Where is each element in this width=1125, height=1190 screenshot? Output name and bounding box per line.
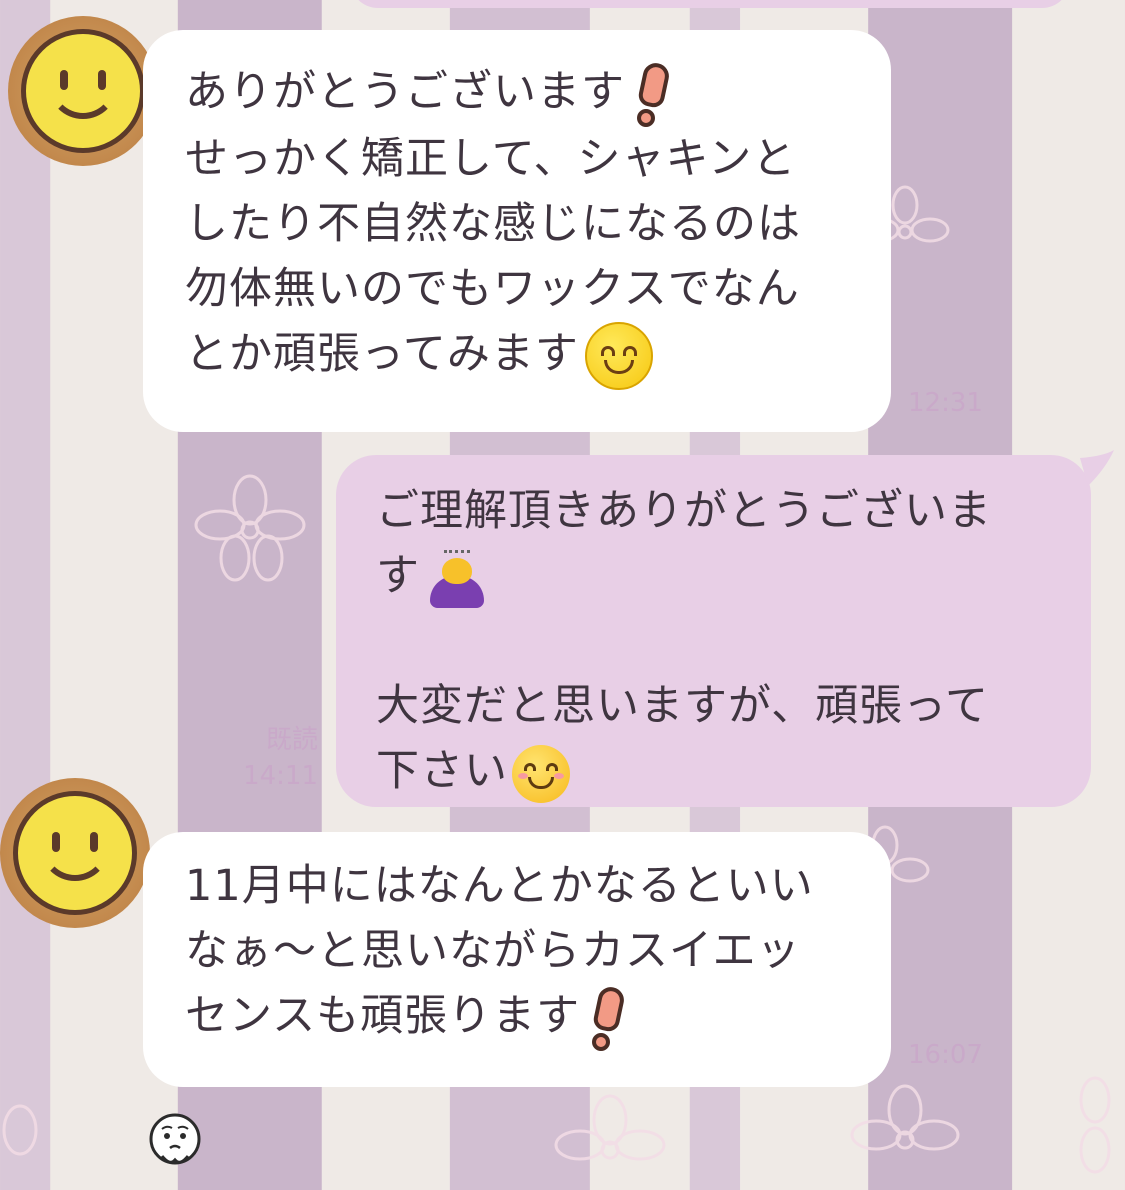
- exclamation-emoji-icon: [636, 60, 672, 127]
- message-timestamp: 14:11: [243, 761, 318, 791]
- smiley-avatar-icon: [13, 791, 137, 915]
- message-text: す: [376, 551, 420, 601]
- blushing-face-emoji-icon: [512, 744, 570, 803]
- incoming-message-bubble[interactable]: ありがとうございます せっかく矯正して、シャキンと したり不自然な感じになるのは…: [143, 30, 891, 432]
- read-receipt: 既読 14:11: [240, 722, 318, 794]
- background-flower-decoration: [554, 1094, 666, 1161]
- message-line: 下さい: [376, 739, 1091, 804]
- message-text: センスも頑張ります: [185, 991, 581, 1041]
- contact-avatar[interactable]: [8, 16, 158, 166]
- read-label: 既読: [265, 725, 318, 755]
- message-line: す: [376, 544, 1091, 609]
- message-text: ご理解頂きありがとうございま: [376, 486, 992, 536]
- message-text: 11月中にはなんとかなるといい: [185, 861, 814, 911]
- background-flower-decoration: [1079, 1076, 1111, 1174]
- message-text: とか頑張ってみます: [185, 328, 579, 379]
- message-text: せっかく矯正して、シャキンと: [185, 133, 797, 184]
- smiling-face-emoji-icon: [584, 322, 653, 390]
- message-line: とか頑張ってみます: [185, 322, 891, 390]
- message-timestamp: 12:31: [908, 388, 983, 418]
- crying-face-sticker-icon[interactable]: [148, 1112, 202, 1170]
- incoming-message-bubble[interactable]: 11月中にはなんとかなるといい なぁ〜と思いながらカスイエッ センスも頑張ります: [143, 832, 891, 1087]
- message-timestamp: 16:07: [908, 1040, 983, 1070]
- outgoing-message-bubble[interactable]: ご理解頂きありがとうございま す 大変だと思いますが、頑張って 下さい: [336, 455, 1091, 807]
- message-text: なぁ〜と思いながらカスイエッ: [185, 926, 801, 976]
- background-flower-decoration: [850, 1084, 960, 1151]
- message-text: 下さい: [376, 746, 508, 796]
- contact-avatar[interactable]: [0, 778, 150, 928]
- exclamation-emoji-icon: [591, 984, 627, 1051]
- message-text: したり不自然な感じになるのは: [185, 198, 801, 249]
- bubble-tail-icon: [1080, 450, 1114, 486]
- smiley-avatar-icon: [21, 29, 145, 153]
- background-flower-decoration: [194, 474, 306, 582]
- message-text: ありがとうございます: [185, 67, 625, 117]
- message-line: センスも頑張ります: [185, 984, 891, 1051]
- person-bowing-emoji-icon: [426, 549, 488, 608]
- message-text: 勿体無いのでもワックスでなん: [185, 263, 800, 314]
- background-flower-decoration: [2, 1104, 38, 1156]
- previous-outgoing-bubble[interactable]: [350, 0, 1070, 8]
- message-text: 大変だと思いますが、頑張って: [376, 681, 989, 731]
- message-line: ありがとうございます: [185, 60, 891, 127]
